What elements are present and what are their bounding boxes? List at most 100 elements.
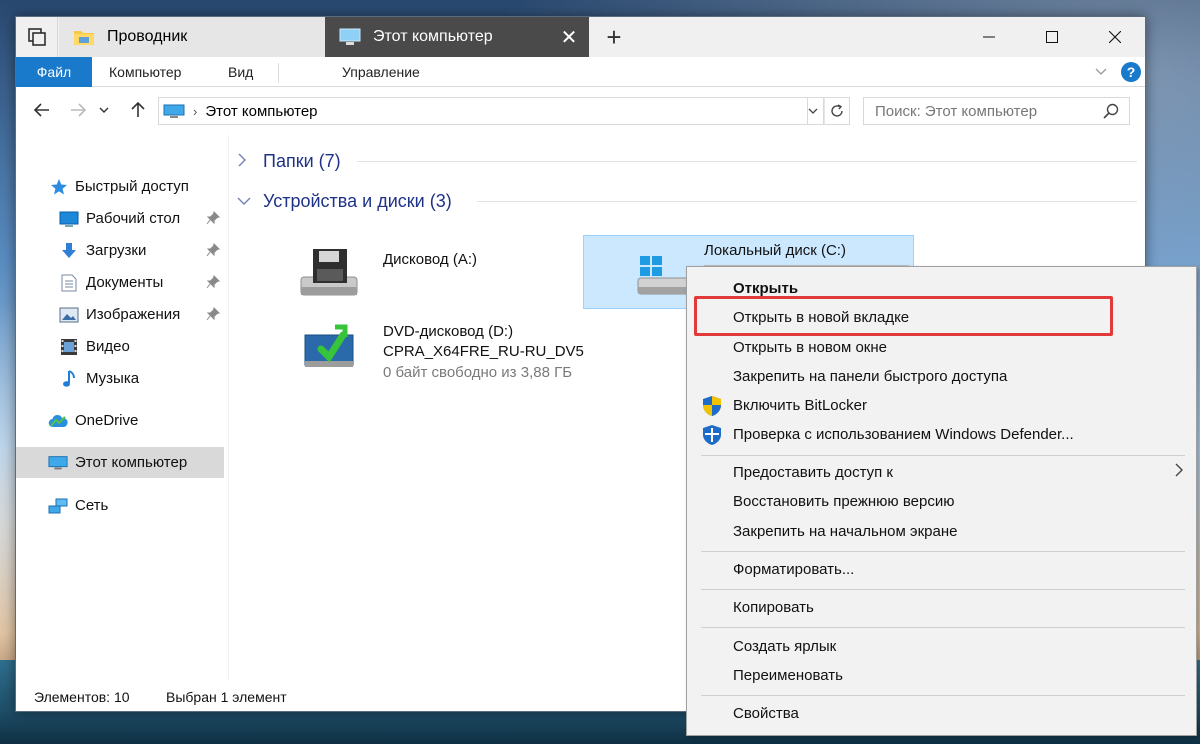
nav-item-desktop[interactable]: Рабочий стол <box>16 203 224 234</box>
ribbon-divider <box>278 63 279 83</box>
nav-item-documents[interactable]: Документы <box>16 267 224 298</box>
maximize-button[interactable] <box>1029 17 1075 57</box>
search-input[interactable]: Поиск: Этот компьютер <box>863 97 1130 125</box>
group-header-label: Устройства и диски (3) <box>263 190 452 211</box>
tab-explorer[interactable]: Проводник <box>59 17 325 57</box>
pin-icon <box>206 307 220 325</box>
ribbon-tab-computer[interactable]: Компьютер <box>109 57 181 87</box>
ribbon-tabs: Файл Компьютер Вид Управление ? <box>16 57 1145 87</box>
address-bar[interactable]: › Этот компьютер <box>158 97 808 125</box>
nav-item-label: Изображения <box>86 306 181 323</box>
network-icon <box>48 496 68 516</box>
menu-item-label: Включить BitLocker <box>733 397 867 414</box>
drive-floppy-a[interactable]: Дисковод (A:) <box>299 247 477 305</box>
up-button[interactable] <box>126 98 150 122</box>
address-dropdown-button[interactable] <box>802 97 824 125</box>
defender-icon <box>703 425 721 445</box>
group-header-rule <box>477 201 1137 202</box>
nav-item-label: Этот компьютер <box>75 454 188 471</box>
refresh-button[interactable] <box>824 97 850 125</box>
nav-item-this-pc[interactable]: Этот компьютер <box>16 447 224 478</box>
menu-item-label: Форматировать... <box>733 561 855 578</box>
menu-item-label: Создать ярлык <box>733 638 837 655</box>
menu-separator <box>701 627 1185 628</box>
nav-item-music[interactable]: Музыка <box>16 363 224 394</box>
menu-item-defender-scan[interactable]: Проверка с использованием Windows Defend… <box>687 420 1196 449</box>
help-button[interactable]: ? <box>1121 62 1141 82</box>
menu-item-pin-quick-access[interactable]: Закрепить на панели быстрого доступа <box>687 362 1196 391</box>
nav-item-video[interactable]: Видео <box>16 331 224 362</box>
computer-icon <box>339 28 361 45</box>
chevron-down-icon <box>99 107 109 113</box>
arrow-left-icon <box>34 103 49 117</box>
download-icon <box>59 241 79 261</box>
item-count: Элементов: 10 <box>34 689 130 705</box>
address-row: › Этот компьютер Поиск: Этот компьютер <box>16 88 1145 132</box>
nav-item-downloads[interactable]: Загрузки <box>16 235 224 266</box>
ribbon-tab-manage[interactable]: Управление <box>342 57 420 87</box>
nav-item-onedrive[interactable]: OneDrive <box>16 405 224 436</box>
tab-this-pc[interactable]: Этот компьютер ✕ <box>325 17 589 57</box>
menu-separator <box>701 455 1185 456</box>
menu-item-format[interactable]: Форматировать... <box>687 555 1196 584</box>
nav-item-label: Сеть <box>75 497 109 514</box>
close-window-button[interactable] <box>1092 17 1138 57</box>
expand-ribbon-chevron-icon[interactable] <box>1095 57 1107 87</box>
maximize-icon <box>1046 31 1058 43</box>
chevron-down-icon <box>237 193 255 209</box>
ribbon-tab-view[interactable]: Вид <box>228 57 253 87</box>
close-tab-icon[interactable]: ✕ <box>557 25 581 49</box>
minimize-button[interactable] <box>966 17 1012 57</box>
breadcrumb-this-pc[interactable]: Этот компьютер <box>205 103 317 120</box>
menu-item-label: Закрепить на начальном экране <box>733 523 958 540</box>
arrow-up-icon <box>131 102 145 117</box>
menu-item-label: Открыть <box>733 280 799 297</box>
video-icon <box>59 337 79 357</box>
menu-item-copy[interactable]: Копировать <box>687 593 1196 622</box>
ribbon-tab-file[interactable]: Файл <box>16 57 92 87</box>
menu-item-restore-versions[interactable]: Восстановить прежнюю версию <box>687 487 1196 516</box>
menu-item-pin-start[interactable]: Закрепить на начальном экране <box>687 517 1196 546</box>
nav-item-label: OneDrive <box>75 412 139 429</box>
back-button[interactable] <box>30 98 54 122</box>
group-header-label: Папки (7) <box>263 150 341 171</box>
selection-count: Выбран 1 элемент <box>166 689 287 705</box>
menu-item-bitlocker[interactable]: Включить BitLocker <box>687 391 1196 420</box>
pin-icon <box>206 243 220 261</box>
onedrive-icon <box>48 411 68 431</box>
menu-item-properties[interactable]: Свойства <box>687 699 1196 728</box>
group-header-folders[interactable]: Папки (7) <box>237 147 1137 175</box>
drive-title: Дисковод (A:) <box>383 251 478 268</box>
drive-dvd-d[interactable]: DVD-дисковод (D:) CPRA_X64FRE_RU-RU_DV5 … <box>299 321 584 381</box>
menu-separator <box>701 551 1185 552</box>
menu-item-label: Восстановить прежнюю версию <box>733 493 955 510</box>
nav-item-label: Видео <box>86 338 130 355</box>
nav-item-pictures[interactable]: Изображения <box>16 299 224 330</box>
nav-item-label: Музыка <box>86 370 140 387</box>
pictures-icon <box>59 305 79 325</box>
menu-item-give-access[interactable]: Предоставить доступ к <box>687 458 1196 487</box>
nav-item-label: Быстрый доступ <box>75 178 189 195</box>
nav-item-quick-access[interactable]: Быстрый доступ <box>16 171 224 202</box>
breadcrumb-separator-icon: › <box>193 103 198 119</box>
nav-item-network[interactable]: Сеть <box>16 490 224 521</box>
navigation-pane: Быстрый доступ Рабочий стол Загрузки Док… <box>16 135 228 680</box>
computer-icon <box>48 453 68 473</box>
menu-item-open-new-window[interactable]: Открыть в новом окне <box>687 333 1196 362</box>
tab-switcher-button[interactable] <box>16 17 58 57</box>
nav-item-label: Рабочий стол <box>86 210 181 227</box>
folder-icon <box>74 31 94 45</box>
forward-button[interactable] <box>66 98 90 122</box>
search-placeholder: Поиск: Этот компьютер <box>875 102 1038 120</box>
menu-item-rename[interactable]: Переименовать <box>687 661 1196 690</box>
menu-item-create-shortcut[interactable]: Создать ярлык <box>687 632 1196 661</box>
new-tab-button[interactable]: + <box>596 17 632 57</box>
menu-item-label: Переименовать <box>733 667 843 684</box>
minimize-icon <box>983 36 995 38</box>
chevron-right-icon <box>237 153 255 170</box>
tab-label: Этот компьютер <box>373 28 493 45</box>
computer-icon <box>163 104 185 118</box>
group-header-devices[interactable]: Устройства и диски (3) <box>237 187 1137 215</box>
recent-locations-button[interactable] <box>96 98 112 122</box>
drive-free-space: 0 байт свободно из 3,88 ГБ <box>383 364 573 381</box>
